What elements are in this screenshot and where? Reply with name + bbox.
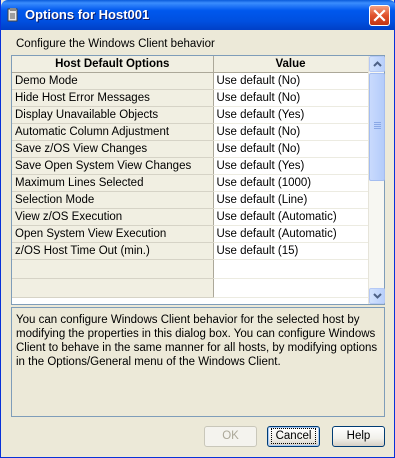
scroll-down-button[interactable] [369,288,385,304]
option-value[interactable]: Use default (Automatic) [213,208,369,226]
option-value[interactable]: Use default (Automatic) [213,225,369,243]
option-name: Hide Host Error Messages [12,89,214,107]
table-row[interactable]: Selection Mode Use default (Line) [12,191,369,209]
table-row[interactable]: Automatic Column Adjustment Use default (… [12,123,369,141]
cancel-label: Cancel [270,428,317,444]
option-value[interactable]: Use default (No) [213,72,369,90]
title-bar[interactable]: Options for Host001 [1,0,395,30]
option-name: Display Unavailable Objects [12,106,214,124]
options-table: Host Default Options Value Demo Mode Use … [11,55,385,305]
close-button[interactable] [369,5,390,26]
document-icon [7,8,18,22]
ok-button[interactable]: OK [204,426,257,447]
option-name: Selection Mode [12,191,214,209]
scroll-thumb[interactable] [369,73,385,181]
table-row[interactable]: Save Open System View Changes Use default… [12,157,369,175]
chevron-down-icon [373,293,382,299]
option-name: Demo Mode [12,72,214,90]
column-header-value[interactable]: Value [213,56,369,73]
option-value[interactable]: Use default (Yes) [213,106,369,124]
option-value[interactable]: Use default (1000) [213,174,369,192]
window-title: Options for Host001 [25,7,150,22]
option-value[interactable]: Use default (15) [213,242,369,260]
vertical-scrollbar[interactable] [368,56,385,304]
chevron-up-icon [373,61,382,67]
dialog-caption: Configure the Windows Client behavior [16,38,215,50]
table-row[interactable]: Open System View Execution Use default (A… [12,225,369,243]
cancel-button[interactable]: Cancel [267,426,320,447]
column-header-option[interactable]: Host Default Options [12,56,214,73]
option-name: Save Open System View Changes [12,157,214,175]
option-value[interactable]: Use default (No) [213,123,369,141]
option-name: Open System View Execution [12,225,214,243]
close-icon [373,9,386,22]
help-button[interactable]: Help [332,426,385,447]
option-value[interactable]: Use default (Yes) [213,157,369,175]
empty-row [12,259,369,279]
description-text: You can configure Windows Client behavio… [11,307,385,417]
option-name: z/OS Host Time Out (min.) [12,242,214,260]
table-row[interactable]: Save z/OS View Changes Use default (No) [12,140,369,158]
table-row[interactable]: Maximum Lines Selected Use default (1000) [12,174,369,192]
option-value[interactable]: Use default (No) [213,89,369,107]
option-value[interactable]: Use default (No) [213,140,369,158]
scroll-up-button[interactable] [369,56,385,72]
option-value[interactable]: Use default (Line) [213,191,369,209]
table-row[interactable]: View z/OS Execution Use default (Automati… [12,208,369,226]
empty-row [12,278,369,298]
table-row[interactable]: Hide Host Error Messages Use default (No) [12,89,369,107]
table-row[interactable]: z/OS Host Time Out (min.) Use default (15… [12,242,369,260]
table-row[interactable]: Display Unavailable Objects Use default (… [12,106,369,124]
option-name: Maximum Lines Selected [12,174,214,192]
option-name: Save z/OS View Changes [12,140,214,158]
option-name: View z/OS Execution [12,208,214,226]
table-row[interactable]: Demo Mode Use default (No) [12,72,369,90]
options-dialog: Options for Host001 Configure the Window… [0,0,395,458]
option-name: Automatic Column Adjustment [12,123,214,141]
